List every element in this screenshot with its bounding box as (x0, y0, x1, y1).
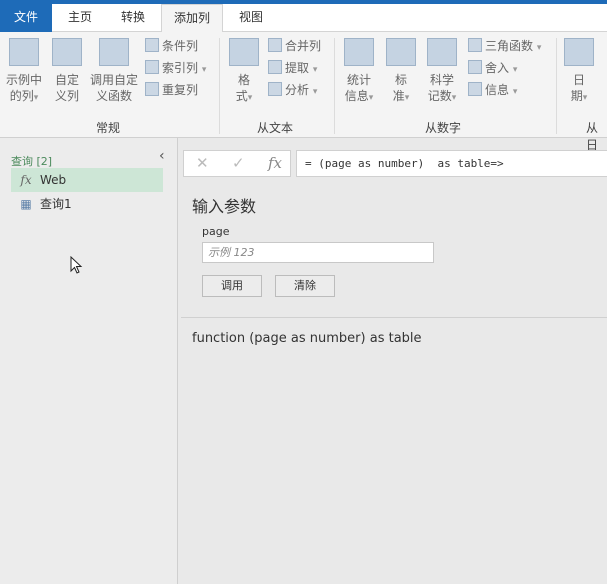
divider (181, 317, 607, 318)
date-button[interactable]: 日期▾ (562, 36, 596, 106)
cancel-icon[interactable]: ✕ (196, 154, 209, 172)
fx-icon[interactable]: fx (268, 154, 282, 172)
scientific-button[interactable]: 科学 记数▾ (422, 36, 462, 106)
group-label-text: 从文本 (257, 121, 294, 135)
label: 的列 (9, 89, 34, 103)
tab-transform[interactable]: 转换 (108, 4, 158, 32)
table-fx-icon (99, 38, 129, 66)
label: 三角函数 (485, 39, 534, 53)
extract-button[interactable]: 提取 ▾ (268, 58, 317, 78)
query-item-query1[interactable]: ▦ 查询1 (11, 192, 163, 216)
arithmetic-icon (386, 38, 416, 66)
page-input[interactable]: 示例 123 (202, 242, 434, 263)
label: 义列 (54, 89, 79, 103)
duplicate-icon (145, 82, 159, 96)
collapse-pane-icon[interactable]: ‹ (159, 148, 165, 164)
format-button[interactable]: 格式▾ (226, 36, 262, 106)
confirm-icon[interactable]: ✓ (232, 154, 245, 172)
invoke-button[interactable]: 调用 (202, 275, 262, 297)
round-icon (468, 60, 482, 74)
duplicate-column-button[interactable]: 重复列 (145, 80, 198, 100)
group-label-number: 从数字 (425, 121, 462, 135)
triangle-icon (468, 38, 482, 52)
label: Web (40, 173, 67, 187)
index-icon (145, 60, 159, 74)
info-icon (468, 82, 482, 96)
rounding-button[interactable]: 舍入 ▾ (468, 58, 517, 78)
label: 自定 (54, 73, 79, 87)
information-button[interactable]: 信息 ▾ (468, 80, 517, 100)
label: 记数 (427, 89, 452, 103)
label: 期 (570, 89, 583, 103)
divider (556, 38, 557, 134)
custom-column-button[interactable]: 自定 义列 (50, 36, 84, 104)
parse-button[interactable]: 分析 ▾ (268, 80, 317, 100)
standard-button[interactable]: 标准▾ (384, 36, 418, 106)
tab-file[interactable]: 文件 (0, 4, 52, 32)
table-gear-icon (52, 38, 82, 66)
param-label: page (202, 225, 230, 238)
query-item-web[interactable]: fx Web (11, 168, 163, 192)
mouse-cursor-icon (70, 256, 83, 274)
ribbon-tabs: 文件 主页 转换 添加列 视图 (0, 4, 607, 33)
group-label-general: 常规 (96, 121, 121, 135)
table-spark-icon (9, 38, 39, 66)
function-signature: function (page as number) as table (192, 331, 422, 346)
merge-columns-button[interactable]: 合并列 (268, 36, 321, 56)
sigma-icon (344, 38, 374, 66)
power-icon (427, 38, 457, 66)
clear-button[interactable]: 清除 (275, 275, 335, 297)
tab-home[interactable]: 主页 (56, 4, 104, 32)
label: 合并列 (285, 39, 322, 53)
ribbon: 示例中 的列▾ 自定 义列 调用自定 义函数 条件列 索引列 ▾ 重复列 常规 格式▾… (0, 32, 607, 152)
conditional-column-button[interactable]: 条件列 (145, 36, 198, 56)
label: 分析 (285, 83, 310, 97)
label: 查询1 (40, 197, 72, 211)
label: 信息 (344, 89, 369, 103)
formula-buttons: ✕ ✓ fx (183, 150, 291, 177)
column-from-examples-button[interactable]: 示例中 的列▾ (2, 36, 46, 106)
group-label-date: 从日 (586, 121, 599, 152)
statistics-button[interactable]: 统计 信息▾ (340, 36, 378, 106)
label: 格 (237, 73, 250, 87)
fx-icon: fx (20, 173, 32, 187)
invoke-custom-function-button[interactable]: 调用自定 义函数 (88, 36, 140, 104)
page-title: 输入参数 (192, 197, 257, 216)
label: 准 (392, 89, 405, 103)
divider (334, 38, 335, 134)
label: 索引列 (162, 61, 199, 75)
label: 标 (394, 73, 407, 87)
queries-pane: 查询 [2] ‹ fx Web ▦ 查询1 (0, 138, 178, 584)
abc-icon (229, 38, 259, 66)
label: 舍入 (485, 61, 510, 75)
merge-icon (268, 38, 282, 52)
label: 科学 (429, 73, 454, 87)
conditional-icon (145, 38, 159, 52)
label: 义函数 (95, 89, 132, 103)
tab-view[interactable]: 视图 (226, 4, 276, 32)
trigonometry-button[interactable]: 三角函数 ▾ (468, 36, 541, 56)
formula-input[interactable]: = (page as number) as table=> (296, 150, 607, 177)
label: 日 (572, 73, 585, 87)
label: 调用自定 (89, 73, 138, 87)
index-column-button[interactable]: 索引列 ▾ (145, 58, 206, 78)
label: 统计 (346, 73, 371, 87)
parse-icon (268, 82, 282, 96)
label: 提取 (285, 61, 310, 75)
calendar-icon (564, 38, 594, 66)
abc123-icon (268, 60, 282, 74)
label: 重复列 (162, 83, 199, 97)
label: 条件列 (162, 39, 199, 53)
divider (219, 38, 220, 134)
tab-add-column[interactable]: 添加列 (161, 4, 223, 33)
label: 示例中 (5, 73, 42, 87)
label: 式 (235, 89, 248, 103)
queries-header: 查询 [2] (11, 155, 53, 168)
label: 信息 (485, 83, 510, 97)
table-icon: ▦ (20, 197, 32, 211)
